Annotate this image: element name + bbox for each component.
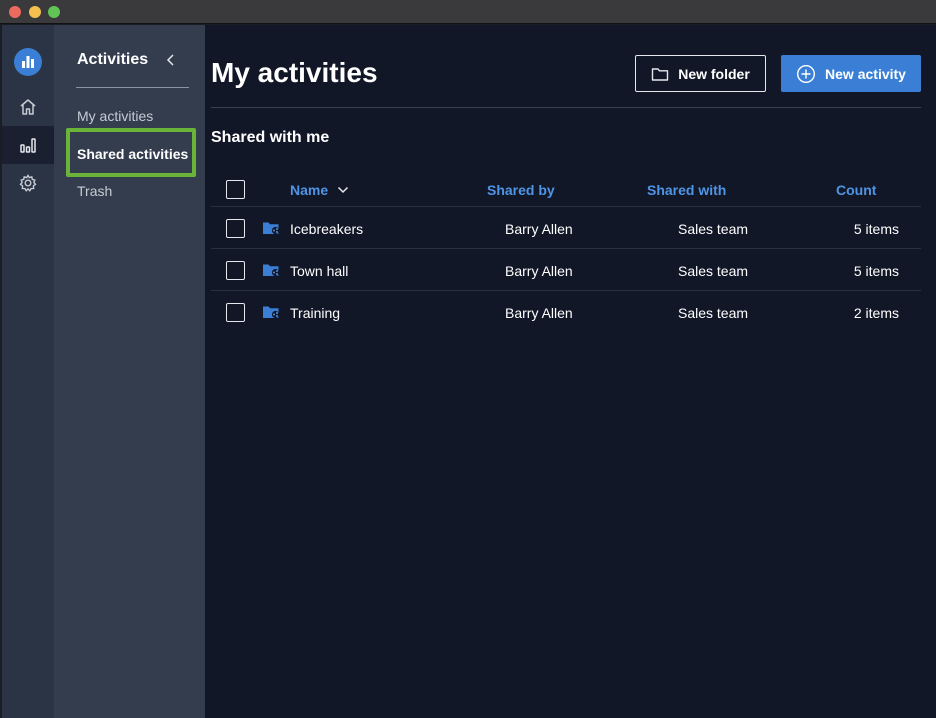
row-shared-by: Barry Allen <box>505 305 573 321</box>
plus-circle-icon <box>797 64 816 83</box>
table-header-divider <box>211 206 921 207</box>
window-titlebar <box>0 0 936 24</box>
section-title: Shared with me <box>211 129 330 146</box>
row-name[interactable]: Icebreakers <box>290 221 363 237</box>
row-divider <box>211 290 921 291</box>
row-shared-with: Sales team <box>678 263 749 279</box>
home-icon <box>20 99 36 115</box>
rail-activities-button[interactable] <box>2 126 54 164</box>
row-count: 5 items <box>853 263 899 279</box>
column-header-count[interactable]: Count <box>836 182 876 198</box>
window-minimize-button[interactable] <box>29 6 41 18</box>
selection-highlight <box>66 128 196 177</box>
column-header-name-label: Name <box>290 182 329 198</box>
row-shared-by: Barry Allen <box>505 263 573 279</box>
row-count: 5 items <box>853 221 899 237</box>
row-checkbox[interactable] <box>226 219 245 238</box>
main-content: My activities New folder New activity Sh… <box>205 25 936 718</box>
new-folder-label: New folder <box>678 65 750 82</box>
sort-chevron-down-icon <box>338 186 349 194</box>
page-title: My activities <box>211 57 378 88</box>
settings-gear-icon <box>19 174 37 192</box>
rail-home-button[interactable] <box>2 88 54 126</box>
new-folder-button[interactable]: New folder <box>635 55 766 92</box>
column-header-shared-with[interactable]: Shared with <box>647 182 726 198</box>
column-header-shared-by[interactable]: Shared by <box>487 182 555 198</box>
row-name[interactable]: Town hall <box>290 263 348 279</box>
activities-subnav: Activities My activities Shared activiti… <box>54 25 205 718</box>
header-divider <box>211 107 921 108</box>
row-count: 2 items <box>853 305 899 321</box>
row-shared-with: Sales team <box>678 221 749 237</box>
rail-settings-button[interactable] <box>2 164 54 202</box>
subnav-title: Activities <box>77 51 149 68</box>
row-name[interactable]: Training <box>290 305 340 321</box>
new-activity-label: New activity <box>825 65 906 82</box>
select-all-checkbox[interactable] <box>226 180 245 199</box>
subnav-item-my-activities[interactable]: My activities <box>77 108 153 124</box>
subnav-divider <box>76 87 189 88</box>
collapse-chevron-left-icon[interactable] <box>162 51 180 69</box>
activities-chart-icon <box>20 138 36 153</box>
new-activity-button[interactable]: New activity <box>781 55 921 92</box>
subnav-item-trash[interactable]: Trash <box>77 183 112 199</box>
row-shared-with: Sales team <box>678 305 749 321</box>
row-checkbox[interactable] <box>226 261 245 280</box>
window-zoom-button[interactable] <box>48 6 60 18</box>
app-logo-icon[interactable] <box>14 48 42 76</box>
window-close-button[interactable] <box>9 6 21 18</box>
folder-icon <box>652 67 669 81</box>
row-checkbox[interactable] <box>226 303 245 322</box>
row-divider <box>211 248 921 249</box>
shared-folder-icon <box>263 306 280 319</box>
shared-folder-icon <box>263 222 280 235</box>
icon-rail <box>2 25 54 718</box>
column-header-name[interactable]: Name <box>290 182 350 198</box>
shared-folder-icon <box>263 264 280 277</box>
row-shared-by: Barry Allen <box>505 221 573 237</box>
